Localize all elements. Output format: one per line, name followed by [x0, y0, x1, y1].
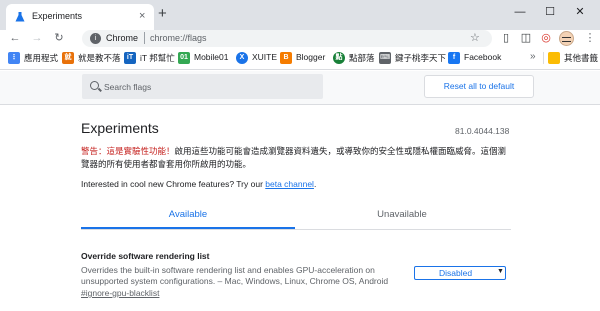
bookmark-label: 應用程式: [24, 53, 59, 63]
dotblogs-icon: 點: [333, 52, 345, 64]
bookmark-site-icon: 就: [62, 52, 74, 64]
reset-all-button[interactable]: Reset all to default: [424, 75, 534, 98]
flask-icon: [15, 12, 25, 22]
bookmark-label: iT 邦幫忙: [140, 53, 175, 63]
apps-icon: ⋮: [8, 52, 20, 64]
more-bookmarks-icon[interactable]: »: [530, 51, 536, 62]
bookmark-label: Mobile01: [194, 52, 229, 62]
bookmarks-bar: ⋮ 應用程式 就 就是教不落 iT iT 邦幫忙 01 Mobile01 X X…: [0, 47, 600, 70]
tab-title: Experiments: [32, 11, 83, 21]
bookmark-label: Blogger: [296, 52, 326, 62]
folder-icon: [548, 52, 560, 64]
new-tab-button[interactable]: +: [158, 6, 167, 21]
chevron-down-icon: ▼: [497, 268, 504, 275]
flag-state-value: Disabled: [439, 268, 473, 278]
beta-promo-end: .: [313, 179, 317, 189]
maximize-button[interactable]: ☐: [538, 4, 562, 20]
flags-page: Search flags Reset all to default Experi…: [0, 71, 600, 311]
page-title: Experiments: [81, 120, 159, 136]
forward-icon[interactable]: →: [30, 30, 44, 47]
extension-icon[interactable]: ◫: [518, 30, 534, 47]
ithome-icon: iT: [124, 52, 136, 64]
search-input[interactable]: Search flags: [82, 74, 323, 99]
tab-strip: Experiments × + — ☐ ✕: [0, 0, 600, 30]
bookmarks-divider: [543, 52, 544, 64]
browser-toolbar: ← → ↻ i Chrome chrome://flags ☆ ▯ ◫ ◎ ⋮: [0, 30, 600, 47]
info-icon[interactable]: i: [90, 33, 101, 44]
warning-text: 警告：這是實驗性功能！啟用這些功能可能會造成瀏覽器資料遺失，或導致你的安全性或隱…: [81, 145, 511, 171]
address-bar[interactable]: i Chrome chrome://flags ☆: [82, 30, 492, 47]
version-label: 81.0.4044.138: [455, 126, 510, 136]
reload-icon[interactable]: ↻: [52, 30, 66, 47]
beta-promo: Interested in cool new Chrome features? …: [81, 179, 316, 189]
omnibox-separator: [144, 32, 145, 44]
tab-unavailable[interactable]: Unavailable: [295, 202, 509, 227]
search-placeholder: Search flags: [104, 82, 152, 92]
browser-tab[interactable]: Experiments ×: [6, 4, 154, 30]
back-icon[interactable]: ←: [8, 30, 22, 47]
star-icon[interactable]: ☆: [470, 31, 480, 44]
flag-state-select[interactable]: Disabled ▼: [414, 266, 506, 280]
beta-promo-text: Interested in cool new Chrome features? …: [81, 179, 266, 189]
experiments-card: Experiments 81.0.4044.138 警告：這是實驗性功能！啟用這…: [0, 105, 600, 311]
blogger-icon: B: [280, 52, 292, 64]
mobile01-icon: 01: [178, 52, 190, 64]
flag-description: Overrides the built-in software renderin…: [81, 265, 389, 286]
omnibox-chrome-label: Chrome: [106, 33, 139, 43]
bookmark-label: 其他書籤: [564, 53, 599, 63]
search-icon: [90, 81, 99, 90]
bookmark-label: 點部落: [349, 53, 375, 63]
url-text[interactable]: chrome://flags: [150, 33, 207, 43]
shield-extension-icon[interactable]: ◎: [538, 30, 554, 47]
keyboard-icon: ⌨: [379, 52, 391, 64]
minimize-button[interactable]: —: [508, 4, 532, 20]
menu-icon[interactable]: ⋮: [582, 30, 598, 47]
bookmark-label: XUITE: [252, 52, 278, 62]
reading-list-icon[interactable]: ▯: [498, 30, 514, 47]
bookmark-label: Facebook: [464, 52, 502, 62]
facebook-icon: f: [448, 52, 460, 64]
tab-close-icon[interactable]: ×: [139, 10, 145, 22]
warning-prefix: 警告：這是實驗性功能！: [81, 146, 175, 156]
bookmark-label: 鍵子桃李天下: [395, 53, 447, 63]
flag-anchor-link[interactable]: #ignore-gpu-blacklist: [81, 288, 159, 298]
flag-title: Override software rendering list: [81, 251, 210, 261]
bookmark-label: 就是教不落: [78, 53, 121, 63]
tabs-divider: [81, 229, 511, 230]
close-window-button[interactable]: ✕: [568, 4, 592, 20]
avatar[interactable]: [559, 31, 574, 46]
xuite-icon: X: [236, 52, 248, 64]
tab-available[interactable]: Available: [81, 202, 295, 227]
beta-channel-link[interactable]: beta channel: [265, 179, 314, 189]
